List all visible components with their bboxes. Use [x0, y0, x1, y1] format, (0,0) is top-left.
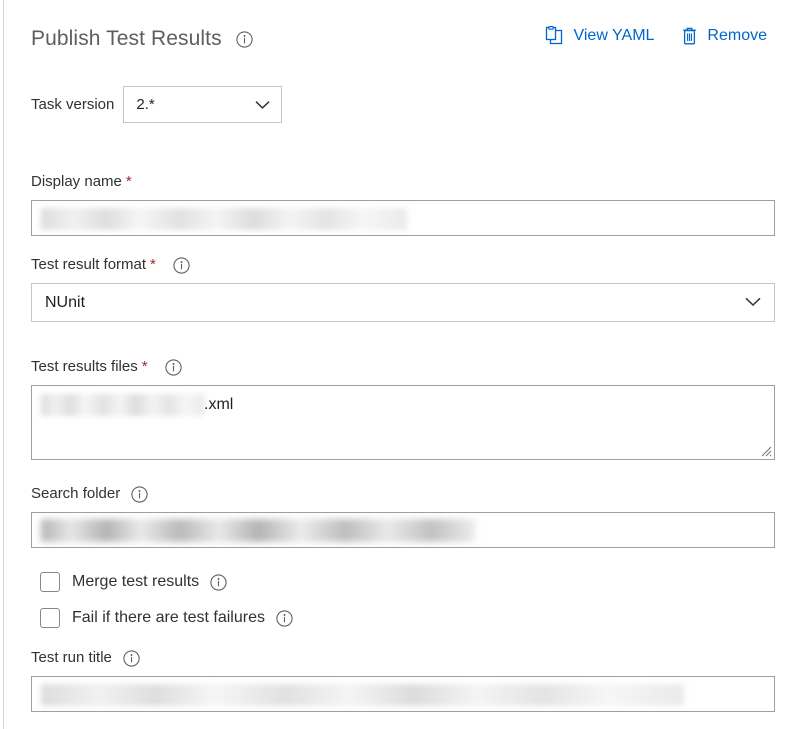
test-run-title-label: Test run title: [31, 649, 112, 666]
info-icon[interactable]: [164, 358, 182, 376]
fail-if-test-failures-checkbox[interactable]: [40, 608, 60, 628]
search-folder-redacted-value: [41, 519, 475, 542]
display-name-label: Display name: [31, 173, 122, 190]
merge-test-results-label: Merge test results: [72, 573, 200, 590]
page-title: Publish Test Results: [31, 27, 222, 50]
panel-header: Publish Test Results View YAML Remove: [31, 0, 775, 62]
field-test-run-title: Test run title: [31, 648, 775, 712]
required-marker: *: [125, 173, 132, 190]
test-results-files-label: Test results files: [31, 358, 138, 375]
remove-label: Remove: [707, 27, 767, 44]
required-marker: *: [150, 256, 156, 273]
publish-test-results-task-panel: Publish Test Results View YAML Remove Ta…: [0, 0, 801, 729]
display-name-input[interactable]: [31, 200, 775, 236]
test-results-files-suffix: .xml: [204, 396, 234, 413]
field-display-name: Display name *: [31, 172, 775, 236]
merge-test-results-row: Merge test results: [40, 572, 227, 592]
view-yaml-label: View YAML: [573, 27, 655, 44]
trash-icon: [681, 26, 698, 46]
search-folder-input[interactable]: [31, 512, 775, 548]
test-result-format-label-row: Test result format *: [31, 255, 775, 275]
test-result-format-value: NUnit: [45, 293, 86, 311]
test-run-title-input[interactable]: [31, 676, 775, 712]
test-result-format-dropdown[interactable]: NUnit: [31, 283, 775, 322]
info-icon[interactable]: [131, 485, 148, 503]
required-marker: *: [141, 358, 148, 375]
display-name-redacted-value: [41, 208, 407, 230]
test-results-files-textarea[interactable]: .xml: [31, 385, 775, 460]
info-icon[interactable]: [236, 30, 253, 48]
field-search-folder: Search folder: [31, 484, 775, 548]
chevron-down-icon: [745, 294, 761, 312]
header-actions: View YAML Remove: [545, 26, 767, 46]
fail-if-test-failures-label: Fail if there are test failures: [72, 609, 265, 626]
test-run-title-redacted-value: [41, 684, 684, 706]
field-test-results-files: Test results files * .xml: [31, 357, 775, 460]
test-result-format-label: Test result format: [31, 256, 147, 273]
task-version-label: Task version: [31, 96, 115, 113]
info-icon[interactable]: [210, 573, 227, 591]
test-results-files-label-row: Test results files *: [31, 357, 775, 377]
info-icon[interactable]: [123, 649, 140, 667]
clipboard-icon: [545, 26, 564, 46]
test-results-files-redacted-value: [41, 394, 205, 416]
chevron-down-icon: [255, 96, 270, 113]
search-folder-label: Search folder: [31, 485, 121, 502]
view-yaml-button[interactable]: View YAML: [545, 26, 654, 46]
display-name-label-row: Display name *: [31, 172, 775, 192]
test-run-title-label-row: Test run title: [31, 648, 775, 668]
merge-test-results-checkbox[interactable]: [40, 572, 60, 592]
info-icon[interactable]: [276, 609, 293, 627]
field-test-result-format: Test result format * NUnit: [31, 255, 775, 322]
resize-handle[interactable]: [759, 444, 772, 457]
task-version-dropdown[interactable]: 2.*: [123, 86, 283, 123]
page-title-group: Publish Test Results: [31, 26, 253, 52]
remove-button[interactable]: Remove: [681, 26, 767, 46]
fail-if-test-failures-row: Fail if there are test failures: [40, 608, 293, 628]
info-icon[interactable]: [173, 256, 190, 274]
task-version-value: 2.*: [136, 96, 155, 113]
search-folder-label-row: Search folder: [31, 484, 775, 504]
task-version-row: Task version 2.*: [31, 86, 283, 123]
